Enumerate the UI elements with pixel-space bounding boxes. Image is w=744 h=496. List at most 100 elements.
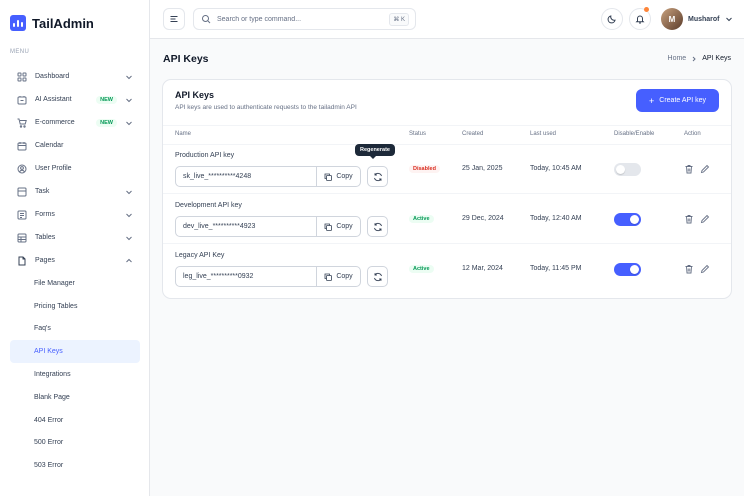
edit-icon[interactable]	[700, 264, 710, 274]
sidebar-item-task[interactable]: Task	[10, 180, 140, 203]
sidebar-nav: Dashboard AI Assistant NEW E-commerce NE…	[10, 65, 140, 477]
sidebar-subitem-faqs[interactable]: Faq's	[10, 318, 140, 341]
refresh-icon	[373, 172, 382, 181]
api-keys-card: API Keys API keys are used to authentica…	[162, 79, 732, 299]
enable-toggle[interactable]	[614, 213, 641, 226]
table-row: Development API key dev_live_**********4…	[163, 195, 731, 244]
copy-label: Copy	[336, 223, 353, 230]
sidebar-item-label: Calendar	[35, 142, 64, 149]
sidebar-item-calendar[interactable]: Calendar	[10, 134, 140, 157]
top-header: ⌘ K M Musharof	[150, 0, 744, 39]
sidebar-subitem-file-manager[interactable]: File Manager	[10, 272, 140, 295]
col-name: Name	[175, 131, 192, 137]
sidebar-item-ecommerce[interactable]: E-commerce NEW	[10, 111, 140, 134]
copy-icon	[324, 223, 333, 231]
sidebar-subitem-api-keys[interactable]: API Keys	[10, 340, 140, 364]
created-date: 25 Jan, 2025	[462, 165, 503, 172]
api-key-value: dev_live_**********4923	[183, 223, 256, 230]
sidebar-item-label: Forms	[35, 211, 55, 218]
sidebar-item-ai-assistant[interactable]: AI Assistant NEW	[10, 88, 140, 111]
breadcrumb-current: API Keys	[702, 55, 731, 62]
sidebar-item-label: Task	[35, 188, 50, 195]
search-box[interactable]: ⌘ K	[193, 8, 416, 30]
regenerate-button[interactable]	[367, 216, 388, 237]
edit-icon[interactable]	[700, 164, 710, 174]
api-key-field[interactable]: leg_live_**********0932 Copy	[175, 266, 361, 287]
chevron-down-icon	[126, 121, 132, 125]
key-name: Development API key	[175, 202, 242, 209]
regenerate-button[interactable]	[367, 166, 388, 187]
copy-icon	[324, 173, 333, 181]
created-date: 12 Mar, 2024	[462, 265, 503, 272]
trash-icon[interactable]	[684, 164, 694, 174]
sidebar: TailAdmin MENU Dashboard AI Assistant NE…	[0, 0, 150, 496]
search-input[interactable]	[217, 15, 377, 23]
search-shortcut: ⌘ K	[389, 13, 409, 26]
sidebar-item-dashboard[interactable]: Dashboard	[10, 65, 140, 88]
notifications-button[interactable]	[629, 7, 651, 30]
menu-icon	[170, 16, 178, 22]
sidebar-subitem-503-error[interactable]: 503 Error	[10, 454, 140, 477]
sidebar-subitem-blank-page[interactable]: Blank Page	[10, 386, 140, 409]
key-name: Legacy API Key	[175, 252, 225, 259]
api-key-field[interactable]: sk_live_**********4248 Copy	[175, 166, 361, 187]
card-title: API Keys	[175, 90, 215, 100]
api-key-value: sk_live_**********4248	[183, 173, 252, 180]
col-toggle: Disable/Enable	[614, 131, 655, 137]
logo-icon	[10, 15, 26, 31]
copy-button[interactable]: Copy	[316, 217, 360, 236]
sidebar-item-label: Pages	[35, 257, 55, 264]
task-icon	[17, 187, 27, 197]
sidebar-subitem-500-error[interactable]: 500 Error	[10, 432, 140, 455]
sidebar-item-tables[interactable]: Tables	[10, 226, 140, 249]
calendar-icon	[17, 141, 27, 151]
user-name: Musharof	[688, 15, 720, 23]
status-badge: Active	[409, 265, 434, 273]
enable-toggle[interactable]	[614, 263, 641, 276]
api-key-value: leg_live_**********0932	[183, 273, 254, 280]
bell-icon	[635, 15, 645, 24]
create-api-key-button[interactable]: + Create API key	[636, 89, 719, 112]
avatar: M	[661, 8, 683, 30]
sidebar-item-user-profile[interactable]: User Profile	[10, 157, 140, 180]
regenerate-button[interactable]	[367, 266, 388, 287]
edit-icon[interactable]	[700, 214, 710, 224]
trash-icon[interactable]	[684, 264, 694, 274]
key-name: Production API key	[175, 152, 235, 159]
sidebar-subitem-404-error[interactable]: 404 Error	[10, 409, 140, 432]
chevron-up-icon	[126, 258, 132, 262]
notification-dot	[644, 7, 649, 12]
table-header: Name Status Created Last used Disable/En…	[163, 125, 731, 145]
sidebar-item-forms[interactable]: Forms	[10, 203, 140, 226]
card-subtitle: API keys are used to authenticate reques…	[175, 104, 357, 111]
chevron-right-icon	[692, 56, 696, 61]
api-key-field[interactable]: dev_live_**********4923 Copy	[175, 216, 361, 237]
sidebar-subitem-pricing-tables[interactable]: Pricing Tables	[10, 295, 140, 318]
forms-icon	[17, 210, 27, 220]
sidebar-item-pages[interactable]: Pages	[10, 249, 140, 272]
toggle-knob	[616, 165, 625, 174]
user-menu[interactable]: M Musharof	[661, 8, 733, 30]
sidebar-toggle-button[interactable]	[163, 8, 185, 30]
sidebar-subitem-integrations[interactable]: Integrations	[10, 363, 140, 386]
col-action: Action	[684, 131, 701, 137]
new-badge: NEW	[96, 118, 117, 127]
trash-icon[interactable]	[684, 214, 694, 224]
status-badge: Disabled	[409, 165, 440, 173]
col-created: Created	[462, 131, 484, 137]
pages-icon	[17, 256, 27, 266]
chevron-down-icon	[725, 17, 732, 22]
last-used: Today, 10:45 AM	[530, 165, 582, 172]
breadcrumb-home[interactable]: Home	[668, 55, 687, 62]
plus-icon: +	[649, 95, 655, 106]
chevron-down-icon	[126, 98, 132, 102]
theme-toggle-button[interactable]	[601, 8, 623, 30]
enable-toggle[interactable]	[614, 163, 641, 176]
tables-icon	[17, 233, 27, 243]
app-logo[interactable]: TailAdmin	[10, 15, 94, 31]
copy-button[interactable]: Copy	[316, 167, 360, 186]
toggle-knob	[630, 215, 639, 224]
chevron-down-icon	[126, 236, 132, 240]
search-icon	[202, 15, 211, 24]
copy-button[interactable]: Copy	[316, 267, 360, 286]
